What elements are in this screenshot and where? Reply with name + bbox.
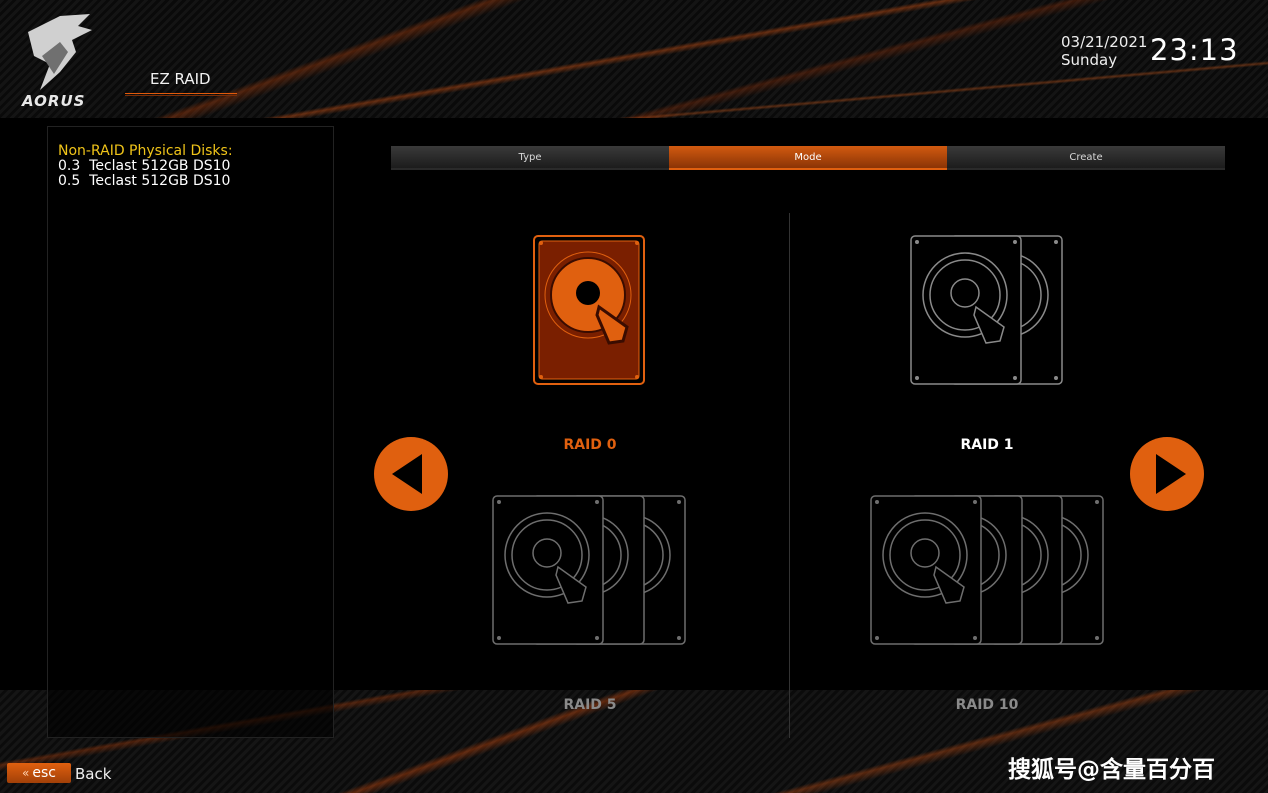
back-label[interactable]: Back [75,765,111,783]
raid10-label[interactable]: RAID 10 [907,697,1067,713]
disk-list: 0.3 Teclast 512GB DS10 0.5 Teclast 512GB… [58,159,230,189]
page-title[interactable]: EZ RAID [150,70,211,88]
hard-drive-icon [533,235,645,385]
triangle-right-icon [1156,454,1186,494]
esc-label: esc [32,765,56,781]
brand-wordmark: AORUS [22,92,86,110]
raid1-label[interactable]: RAID 1 [907,437,1067,453]
wizard-steps: Type Mode Create [391,146,1225,170]
title-underline [125,93,237,96]
date-text: 03/21/2021 [1061,33,1148,51]
disk-item: 0.5 Teclast 512GB DS10 [58,173,231,189]
next-arrow-button[interactable] [1130,437,1204,511]
step-mode[interactable]: Mode [669,146,947,170]
watermark-text: 搜狐号@含量百分百 [1008,757,1215,783]
hard-drive-icon [492,495,686,645]
clock-time: 23:13 [1150,33,1239,67]
raid0-option[interactable] [533,235,645,385]
step-create[interactable]: Create [947,146,1225,170]
esc-button[interactable]: « esc [7,763,71,783]
raid0-label[interactable]: RAID 0 [510,437,670,453]
step-type[interactable]: Type [391,146,669,170]
double-chevron-left-icon: « [22,766,30,780]
column-divider [789,213,790,738]
raid5-label[interactable]: RAID 5 [510,697,670,713]
triangle-left-icon [392,454,422,494]
hard-drive-icon [870,495,1104,645]
weekday-text: Sunday [1061,51,1118,69]
clock-date: 03/21/2021 Sunday [1061,33,1147,69]
raid10-option[interactable] [870,495,1106,645]
disk-item: 0.3 Teclast 512GB DS10 [58,158,231,174]
raid5-option[interactable] [492,495,688,645]
hard-drive-icon [910,235,1063,385]
raid1-option[interactable] [910,235,1064,385]
previous-arrow-button[interactable] [374,437,448,511]
disks-heading: Non-RAID Physical Disks: [58,143,233,159]
physical-disks-panel: Non-RAID Physical Disks: 0.3 Teclast 512… [47,126,334,738]
